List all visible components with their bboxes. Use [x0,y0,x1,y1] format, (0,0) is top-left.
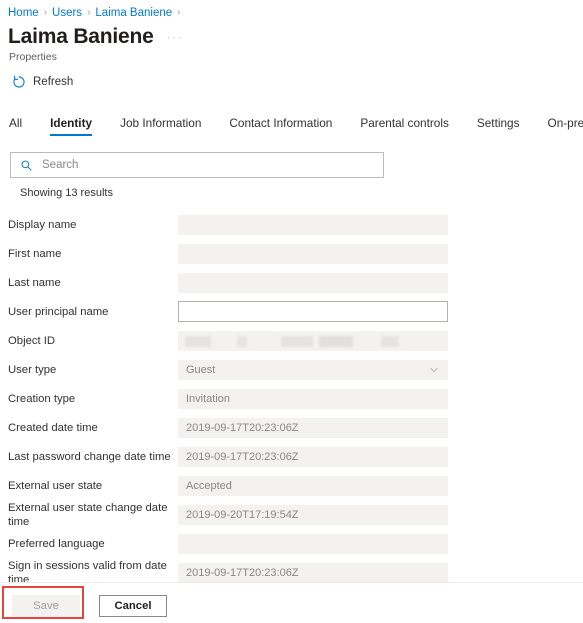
search-icon [20,159,33,172]
field-select-user-type-value: Guest [186,363,216,376]
field-label-external-user-state-change-date-time: External user state change date time [8,501,168,528]
field-input-external-user-state: Accepted [178,475,448,496]
field-row-created-date-time: Created date time 2019-09-17T20:23:06Z [8,413,583,442]
cancel-button[interactable]: Cancel [99,594,167,617]
page-title: Laima Baniene [8,25,154,48]
field-input-sign-in-sessions-valid-from-date-time: 2019-09-17T20:23:06Z [178,562,448,583]
tab-settings[interactable]: Settings [477,116,520,136]
breadcrumb-separator-icon: › [177,7,181,18]
breadcrumb-item-home[interactable]: Home [8,7,39,19]
breadcrumb-item-laima-baniene[interactable]: Laima Baniene [95,7,172,19]
field-label-first-name: First name [8,247,62,260]
field-input-object-id [178,330,448,351]
field-label-last-name: Last name [8,276,61,289]
breadcrumb: Home › Users › Laima Baniene › [0,0,583,21]
field-row-last-name: Last name [8,268,583,297]
tab-on-premises[interactable]: On-premises [548,116,583,136]
field-label-user-principal-name: User principal name [8,305,109,318]
field-row-preferred-language: Preferred language [8,529,583,558]
field-input-user-principal-name[interactable] [178,301,448,322]
field-label-creation-type: Creation type [8,392,76,405]
redaction-overlay [185,335,441,347]
more-options-icon[interactable]: ··· [167,30,184,44]
search-input[interactable] [42,153,383,177]
tab-contact-information[interactable]: Contact Information [229,116,332,136]
tab-job-information[interactable]: Job Information [120,116,201,136]
field-input-last-name [178,272,448,293]
refresh-label: Refresh [33,76,74,88]
field-row-external-user-state-change-date-time: External user state change date time 201… [8,500,583,529]
field-label-object-id: Object ID [8,334,56,347]
field-row-user-principal-name: User principal name [8,297,583,326]
field-label-preferred-language: Preferred language [8,537,105,550]
breadcrumb-separator-icon: › [87,7,91,18]
field-row-last-password-change-date-time: Last password change date time 2019-09-1… [8,442,583,471]
field-label-display-name: Display name [8,218,77,231]
breadcrumb-separator-icon: › [43,7,48,18]
tab-parental-controls[interactable]: Parental controls [360,116,449,136]
chevron-down-icon [429,365,439,375]
tab-all[interactable]: All [9,116,22,136]
identity-form: Display name First name Last name User p… [0,210,583,587]
refresh-button[interactable]: Refresh [12,75,73,89]
field-row-creation-type: Creation type Invitation [8,384,583,413]
breadcrumb-item-users[interactable]: Users [52,7,82,19]
results-count: Showing 13 results [20,187,113,199]
field-label-created-date-time: Created date time [8,421,98,434]
field-row-external-user-state: External user state Accepted [8,471,583,500]
field-input-created-date-time: 2019-09-17T20:23:06Z [178,417,448,438]
tab-bar: All Identity Job Information Contact Inf… [0,109,583,136]
refresh-icon [12,75,26,89]
tab-identity[interactable]: Identity [50,116,92,136]
command-bar: Refresh [0,64,583,101]
page-subtitle: Properties [9,51,57,63]
save-button[interactable]: Save [12,594,80,617]
field-select-user-type[interactable]: Guest [178,359,448,380]
footer-divider [0,582,583,583]
field-input-preferred-language [178,533,448,554]
field-row-object-id: Object ID [8,326,583,355]
field-row-first-name: First name [8,239,583,268]
footer-actions: Save Cancel [0,588,583,623]
field-row-user-type: User type Guest [8,355,583,384]
field-label-user-type: User type [8,363,57,376]
field-input-display-name [178,214,448,235]
search-box[interactable] [10,152,384,178]
field-label-last-password-change-date-time: Last password change date time [8,450,171,463]
field-input-creation-type: Invitation [178,388,448,409]
field-input-external-user-state-change-date-time: 2019-09-20T17:19:54Z [178,504,448,525]
field-input-last-password-change-date-time: 2019-09-17T20:23:06Z [178,446,448,467]
field-label-external-user-state: External user state [8,479,103,492]
page-header: Laima Baniene ··· [0,21,583,50]
field-row-display-name: Display name [8,210,583,239]
field-input-first-name [178,243,448,264]
